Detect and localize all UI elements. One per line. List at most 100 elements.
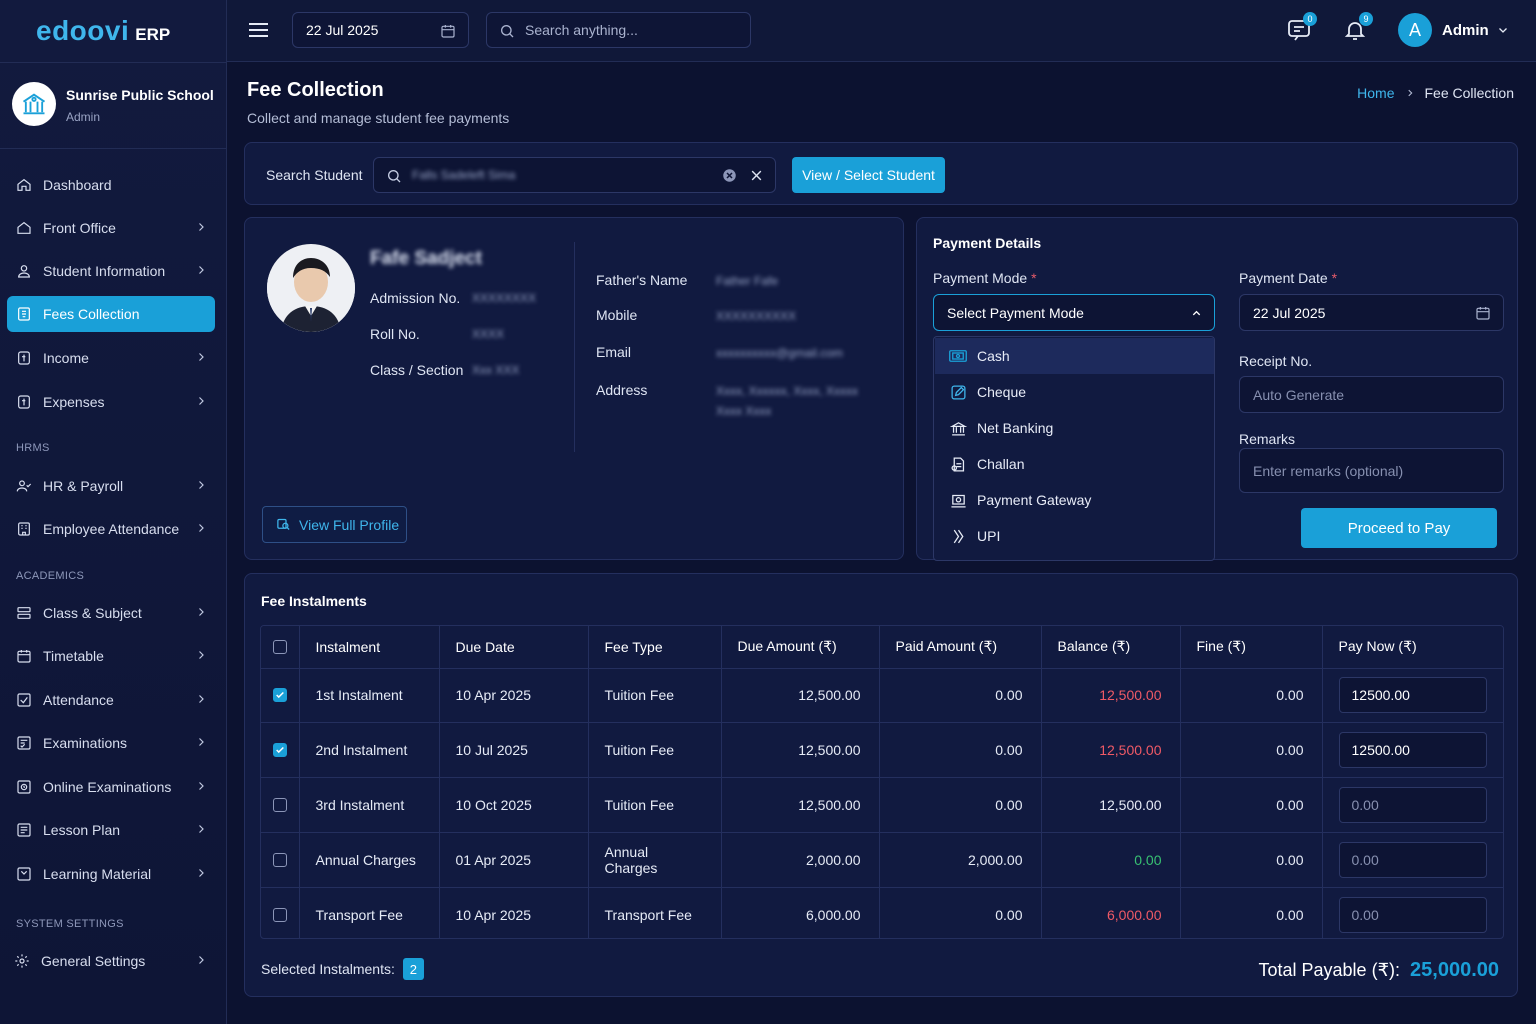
payment-option-label: Payment Gateway: [977, 492, 1092, 508]
select-all-header[interactable]: [261, 626, 300, 669]
sidebar-item-attendance[interactable]: Attendance: [7, 682, 215, 718]
app-logo[interactable]: edoovi ERP: [36, 14, 170, 48]
layers-icon: [15, 604, 33, 622]
row-checkbox[interactable]: [273, 797, 287, 812]
fine-amount: 0.00: [1180, 832, 1323, 888]
sidebar-item-hr-payroll[interactable]: HR & Payroll: [7, 468, 215, 504]
sidebar-item-front-office[interactable]: Front Office: [7, 210, 215, 246]
chevron-right-icon: [195, 823, 207, 835]
payment-option-cheque[interactable]: Cheque: [935, 374, 1214, 410]
global-search-input[interactable]: Search anything...: [486, 12, 751, 48]
sidebar-item-dashboard[interactable]: Dashboard: [7, 167, 215, 203]
date-picker[interactable]: 22 Jul 2025: [292, 12, 469, 48]
student-search-card: Search Student Falls Sadeleft Sima View …: [244, 142, 1518, 205]
pay-now-input[interactable]: 12500.00: [1338, 732, 1487, 769]
messages-icon[interactable]: 0: [1287, 12, 1317, 42]
clear-circle-icon[interactable]: [722, 168, 737, 183]
pay-now-input[interactable]: 12500.00: [1338, 677, 1487, 714]
pay-now-input[interactable]: 0.00: [1338, 786, 1487, 823]
row-select-cell[interactable]: [261, 668, 300, 724]
remarks-input[interactable]: Enter remarks (optional): [1239, 448, 1504, 493]
pay-now-input[interactable]: 0.00: [1338, 841, 1487, 878]
section-hrms: HRMS: [16, 442, 50, 454]
payment-mode-select[interactable]: Select Payment Mode: [933, 294, 1215, 331]
payment-option-challan[interactable]: Challan: [935, 446, 1214, 482]
student-photo: [267, 244, 355, 332]
select-all-checkbox[interactable]: [273, 639, 287, 654]
row-checkbox-checked[interactable]: [273, 743, 287, 758]
row-select-cell[interactable]: [261, 887, 300, 938]
chevron-right-icon: [195, 351, 207, 363]
payment-option-payment-gateway[interactable]: Payment Gateway: [935, 482, 1214, 518]
home-icon: [15, 219, 33, 237]
sidebar-item-timetable[interactable]: Timetable: [7, 638, 215, 674]
school-name: Sunrise Public School: [66, 87, 214, 103]
view-full-profile-button[interactable]: View Full Profile: [262, 506, 407, 543]
view-select-student-button[interactable]: View / Select Student: [792, 157, 945, 193]
bell-icon[interactable]: 9: [1343, 12, 1373, 42]
profile-search-icon: [276, 517, 291, 532]
payment-option-upi[interactable]: UPI: [935, 518, 1214, 554]
sidebar-item-general-settings[interactable]: General Settings: [7, 943, 215, 979]
gateway-icon: [949, 491, 967, 509]
total-payable-value: 25,000.00: [1410, 959, 1499, 981]
payment-option-cash[interactable]: Cash: [935, 338, 1214, 374]
breadcrumb-home[interactable]: Home: [1357, 85, 1394, 101]
fee-instalments-card: Fee Instalments Instalment Due Date Fee …: [244, 573, 1518, 997]
sidebar-item-class-subject[interactable]: Class & Subject: [7, 595, 215, 631]
payment-date-label: Payment Date *: [1239, 270, 1337, 286]
row-select-cell[interactable]: [261, 722, 300, 779]
sidebar-item-student-information[interactable]: Student Information: [7, 253, 215, 289]
receipt-input[interactable]: Auto Generate: [1239, 376, 1504, 413]
search-placeholder: Search anything...: [525, 22, 638, 38]
fine-amount: 0.00: [1180, 887, 1323, 938]
required-mark: *: [1331, 270, 1338, 286]
column-header: Due Amount (₹): [721, 626, 880, 669]
sidebar-item-fees-collection[interactable]: Fees Collection: [7, 296, 215, 332]
pay-now-cell: 0.00: [1322, 777, 1503, 833]
receipt-label: Receipt No.: [1239, 353, 1313, 369]
instalment-name: Transport Fee: [299, 887, 440, 938]
fee-type: Tuition Fee: [588, 722, 722, 779]
close-icon[interactable]: [750, 169, 763, 182]
sidebar-item-examinations[interactable]: Examinations: [7, 725, 215, 761]
sidebar-item-learning-material[interactable]: Learning Material: [7, 856, 215, 892]
receipt-placeholder: Auto Generate: [1253, 386, 1345, 403]
row-checkbox[interactable]: [273, 907, 287, 922]
sidebar-item-employee-attendance[interactable]: Employee Attendance: [7, 511, 215, 547]
due-date: 10 Apr 2025: [439, 887, 589, 938]
home-icon: [15, 176, 33, 194]
row-checkbox-checked[interactable]: [273, 688, 287, 703]
due-date: 10 Jul 2025: [439, 722, 589, 779]
row-checkbox[interactable]: [273, 852, 287, 867]
sidebar-item-lesson-plan[interactable]: Lesson Plan: [7, 812, 215, 848]
row-select-cell[interactable]: [261, 777, 300, 833]
pay-now-input[interactable]: 0.00: [1338, 896, 1487, 933]
proceed-to-pay-button[interactable]: Proceed to Pay: [1301, 508, 1497, 548]
student-search-input[interactable]: Falls Sadeleft Sima: [373, 157, 776, 193]
instalments-table: Instalment Due Date Fee Type Due Amount …: [260, 625, 1504, 939]
payment-option-label: UPI: [977, 528, 1001, 544]
school-logo-icon: [12, 82, 56, 126]
sidebar-item-online-examinations[interactable]: Online Examinations: [7, 769, 215, 805]
sidebar-item-income[interactable]: Income: [7, 340, 215, 376]
column-header: Fee Type: [588, 626, 722, 669]
bank-icon: [949, 419, 967, 437]
building-icon: [15, 520, 33, 538]
balance-amount: 6,000.00: [1041, 887, 1181, 938]
user-menu[interactable]: A Admin: [1398, 13, 1509, 47]
section-system-settings: SYSTEM SETTINGS: [16, 918, 124, 930]
income-icon: [15, 349, 33, 367]
payment-option-net-banking[interactable]: Net Banking: [935, 410, 1214, 446]
sidebar-item-label: Timetable: [43, 648, 104, 664]
school-role: Admin: [66, 110, 101, 124]
sidebar-item-expenses[interactable]: Expenses: [7, 384, 215, 420]
student-name: Fafe Sadject: [370, 248, 482, 269]
menu-icon[interactable]: [248, 21, 269, 39]
row-select-cell[interactable]: [261, 832, 300, 888]
user-icon: [15, 262, 33, 280]
sidebar-item-label: Examinations: [43, 735, 128, 751]
payment-date-input[interactable]: 22 Jul 2025: [1239, 294, 1504, 331]
exam-icon: [15, 734, 33, 752]
pay-now-cell: 12500.00: [1322, 722, 1503, 779]
